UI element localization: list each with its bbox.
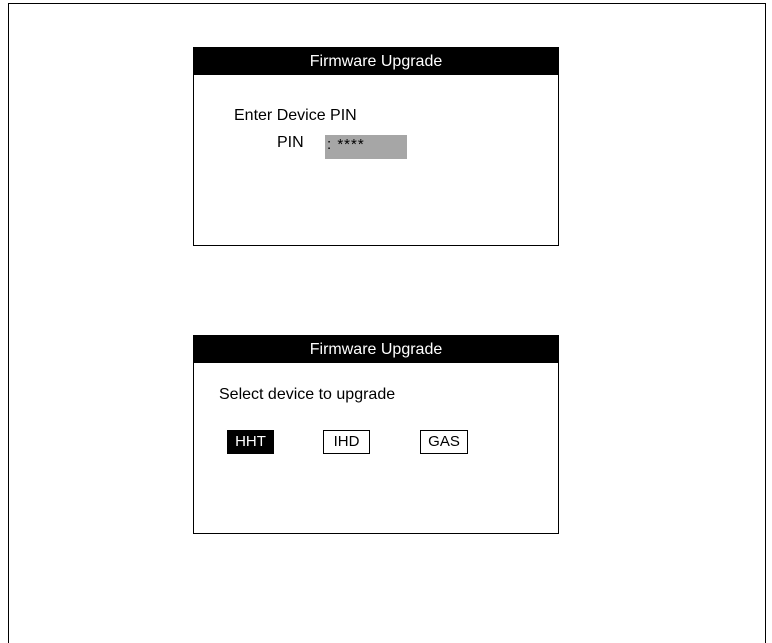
screen-title: Firmware Upgrade [194, 336, 558, 363]
pin-entry-screen: Firmware Upgrade Enter Device PIN PIN : … [193, 47, 559, 246]
screen-title: Firmware Upgrade [194, 48, 558, 75]
device-button-hht[interactable]: HHT [227, 430, 274, 454]
device-button-ihd[interactable]: IHD [323, 430, 370, 454]
pin-label: PIN [277, 134, 304, 151]
device-select-screen: Firmware Upgrade Select device to upgrad… [193, 335, 559, 534]
device-button-gas[interactable]: GAS [420, 430, 468, 454]
select-prompt: Select device to upgrade [219, 386, 396, 403]
pin-input[interactable]: : **** [325, 135, 407, 159]
pin-prompt: Enter Device PIN [234, 107, 357, 124]
